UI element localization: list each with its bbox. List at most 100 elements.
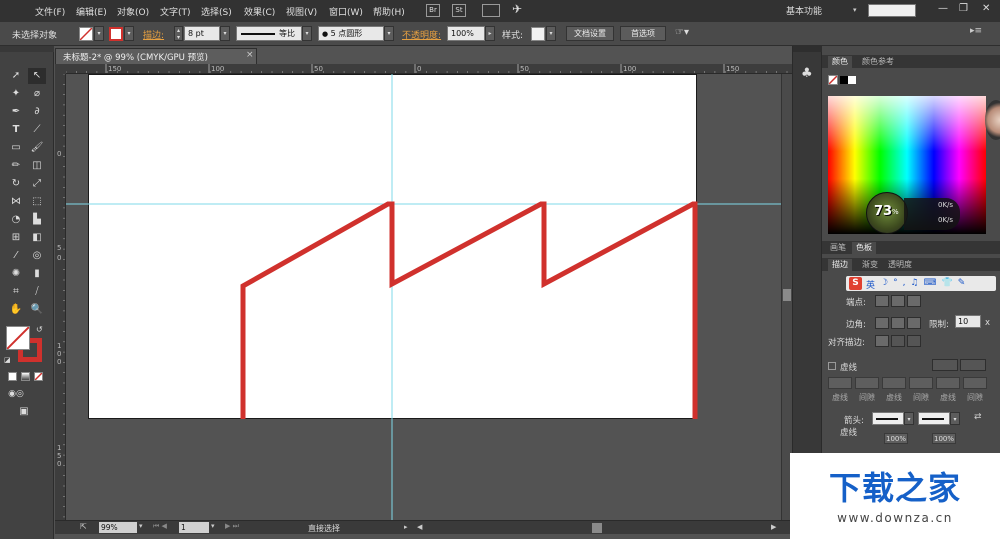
live-paint-icon[interactable]: ▙ (28, 212, 46, 228)
line-tool-icon[interactable]: ⟋ (28, 122, 46, 138)
eyedropper-icon[interactable]: ⁄ (7, 248, 25, 264)
swap-fill-stroke-icon[interactable]: ↺ (36, 325, 43, 334)
bevel-join-button[interactable] (907, 317, 921, 329)
zoom-dropdown-icon[interactable]: ▾ (139, 522, 143, 530)
zoom-field[interactable]: 99% (99, 522, 137, 533)
drawing-modes-icon[interactable]: ◉◎ (7, 386, 25, 402)
horizontal-ruler[interactable]: 150 100 50 0 50 100 150 (66, 64, 792, 74)
arrange-documents-icon[interactable] (482, 4, 500, 17)
screen-mode-icon[interactable]: ▣ (15, 404, 33, 420)
rotate-icon[interactable]: ↻ (7, 176, 25, 192)
artboard-tool-icon[interactable]: ⌗ (7, 284, 25, 300)
align-options-icon[interactable]: ☞▾ (675, 27, 689, 38)
white-swatch[interactable] (848, 76, 856, 84)
butt-cap-button[interactable] (875, 295, 889, 307)
workspace-switcher[interactable]: 基本功能 (786, 4, 822, 17)
end-scale-field[interactable]: 100% (932, 433, 956, 444)
direct-selection-tool-icon[interactable]: ↖ (28, 68, 46, 84)
end-arrowhead-select[interactable] (918, 412, 950, 425)
align-inside-button[interactable] (891, 335, 905, 347)
miter-limit-field[interactable]: 10 (955, 315, 981, 328)
sogou-logo-icon[interactable]: S (849, 277, 862, 290)
brush-dropdown[interactable]: ▾ (384, 26, 394, 41)
stroke-width-field[interactable]: 8 pt (184, 26, 220, 41)
width-tool-icon[interactable]: ⋈ (7, 194, 25, 210)
share-icon[interactable]: ⇱ (80, 522, 87, 531)
start-arrowhead-select[interactable] (872, 412, 904, 425)
dash-preserve-button[interactable] (960, 359, 986, 371)
scroll-left-icon[interactable]: ◀ (417, 523, 422, 531)
none-mode-icon[interactable] (34, 372, 43, 381)
round-cap-button[interactable] (891, 295, 905, 307)
curvature-tool-icon[interactable]: ∂ (28, 104, 46, 120)
start-arrowhead-dropdown[interactable]: ▾ (904, 412, 914, 425)
stroke-stepper[interactable]: ▴ ▾ (174, 26, 183, 41)
opacity-label[interactable]: 不透明度: (402, 28, 441, 41)
ruler-origin[interactable] (55, 64, 66, 74)
column-graph-icon[interactable]: ▮ (28, 266, 46, 282)
gpu-performance-icon[interactable]: ✈ (512, 2, 522, 16)
fill-dropdown[interactable]: ▾ (94, 26, 104, 41)
tab-swatches[interactable]: 色板 (852, 242, 876, 254)
search-input[interactable] (868, 4, 916, 17)
document-tab[interactable]: 未标题-2* @ 99% (CMYK/GPU 预览) × (55, 48, 257, 64)
tab-transparency[interactable]: 透明度 (884, 259, 916, 271)
status-menu-icon[interactable]: ▸ (404, 523, 408, 531)
rectangle-tool-icon[interactable]: ▭ (7, 140, 25, 156)
round-join-button[interactable] (891, 317, 905, 329)
stroke-dropdown[interactable]: ▾ (124, 26, 134, 41)
opacity-field[interactable]: 100% (447, 26, 485, 41)
shape-builder-icon[interactable]: ◔ (7, 212, 25, 228)
horizontal-scroll-thumb[interactable] (592, 523, 602, 533)
scroll-right-icon[interactable]: ▶ (771, 523, 776, 531)
gap-field-1[interactable] (855, 377, 879, 389)
canvas[interactable] (66, 74, 781, 520)
preferences-button[interactable]: 首选项 (620, 26, 666, 41)
eraser-icon[interactable]: ◫ (28, 158, 46, 174)
chevron-down-icon[interactable]: ▾ (853, 6, 857, 14)
start-scale-field[interactable]: 100% (884, 433, 908, 444)
gradient-tool-icon[interactable]: ◧ (28, 230, 46, 246)
symbols-icon[interactable]: ♣ (801, 66, 813, 81)
miter-join-button[interactable] (875, 317, 889, 329)
menu-type[interactable]: 文字(T) (160, 5, 191, 18)
variable-width-profile[interactable]: 等比 (236, 26, 302, 41)
close-tab-icon[interactable]: × (246, 50, 254, 60)
color-mode-icon[interactable] (8, 372, 17, 381)
blend-tool-icon[interactable]: ◎ (28, 248, 46, 264)
tab-gradient[interactable]: 渐变 (858, 259, 882, 271)
symbol-sprayer-icon[interactable]: ✺ (7, 266, 25, 282)
gap-field-3[interactable] (963, 377, 987, 389)
bridge-icon[interactable]: Br (426, 4, 440, 17)
menu-view[interactable]: 视图(V) (286, 5, 317, 18)
paintbrush-icon[interactable]: 🖌 (28, 140, 46, 156)
magic-wand-icon[interactable]: ✦ (7, 86, 25, 102)
menu-file[interactable]: 文件(F) (35, 5, 65, 18)
black-swatch[interactable] (840, 76, 848, 84)
align-outside-button[interactable] (907, 335, 921, 347)
stroke-swatch[interactable] (109, 27, 123, 41)
free-transform-icon[interactable]: ⬚ (28, 194, 46, 210)
selection-tool-icon[interactable]: ➚ (7, 68, 25, 84)
document-setup-button[interactable]: 文档设置 (566, 26, 614, 41)
opacity-dropdown[interactable]: ▸ (485, 26, 495, 41)
style-dropdown[interactable]: ▾ (546, 26, 556, 41)
network-speed-widget[interactable]: 73 % 0K/s 0K/s (866, 192, 960, 234)
fill-indicator-front[interactable] (6, 326, 30, 350)
dash-field-1[interactable] (828, 377, 852, 389)
default-colors-icon[interactable]: ◪ (4, 356, 11, 364)
tab-stroke[interactable]: 描边 (828, 259, 852, 271)
tab-color[interactable]: 颜色 (828, 56, 852, 68)
menu-edit[interactable]: 编辑(E) (76, 5, 107, 18)
menu-help[interactable]: 帮助(H) (373, 5, 405, 18)
close-button[interactable]: ✕ (982, 3, 990, 14)
slice-tool-icon[interactable]: ⧸ (28, 284, 46, 300)
dash-field-3[interactable] (936, 377, 960, 389)
maximize-button[interactable]: ❐ (959, 3, 968, 14)
gap-field-2[interactable] (909, 377, 933, 389)
pen-tool-icon[interactable]: ✒ (7, 104, 25, 120)
scale-icon[interactable]: ⤢ (28, 176, 46, 192)
ime-mode-label[interactable]: 英 (866, 278, 875, 291)
perspective-grid-icon[interactable]: ⊞ (7, 230, 25, 246)
vertical-ruler[interactable]: 050100150 (55, 74, 66, 520)
